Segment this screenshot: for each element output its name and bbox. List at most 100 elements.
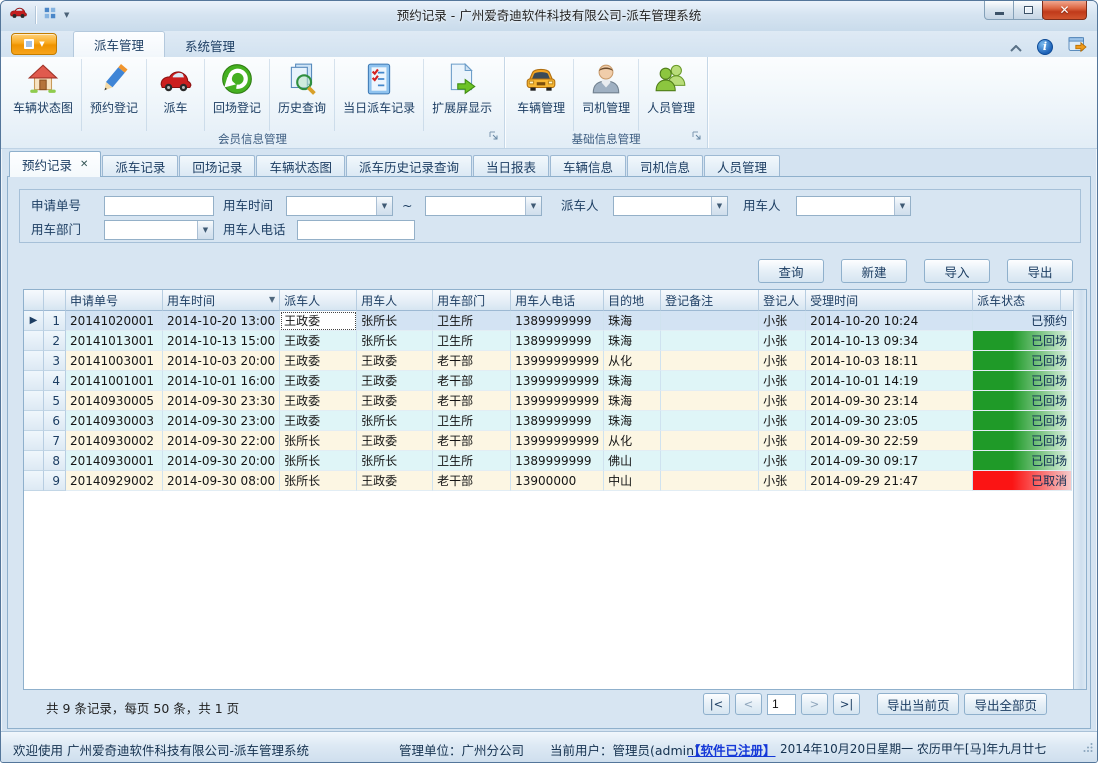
grid-cell[interactable]: 2014-09-30 23:00 (163, 411, 280, 431)
grid-cell[interactable]: 20140930003 (66, 411, 163, 431)
about-window-icon[interactable] (1068, 36, 1087, 57)
grid-cell[interactable]: 王政委 (280, 371, 357, 391)
column-header[interactable]: 派车人 (280, 290, 357, 311)
table-row[interactable]: 8201409300012014-09-30 20:00张所长张所长卫生所138… (24, 451, 1072, 471)
grid-cell[interactable] (661, 451, 759, 471)
reservation-register-button[interactable]: 预约登记 (81, 59, 146, 131)
doc-tab-2[interactable]: 回场记录 (179, 155, 255, 177)
column-header[interactable]: 受理时间 (806, 290, 973, 311)
grid-cell[interactable]: 从化 (604, 431, 661, 451)
grid-cell[interactable]: 20140930005 (66, 391, 163, 411)
dispatch-status-cell[interactable]: 已回场 (973, 431, 1072, 451)
grid-cell[interactable]: 1389999999 (511, 311, 604, 331)
grid-cell[interactable]: 1389999999 (511, 451, 604, 471)
grid-cell[interactable]: 小张 (759, 431, 806, 451)
grid-cell[interactable]: 13999999999 (511, 391, 604, 411)
grid-cell[interactable]: 王政委 (280, 391, 357, 411)
grid-cell[interactable]: 2014-09-30 22:59 (806, 431, 973, 451)
grid-cell[interactable]: 小张 (759, 391, 806, 411)
grid-cell[interactable]: 王政委 (280, 351, 357, 371)
column-header[interactable]: 用车部门 (433, 290, 511, 311)
grid-cell[interactable]: 张所长 (357, 451, 433, 471)
grid-cell[interactable]: 20141020001 (66, 311, 163, 331)
dispatch-status-cell[interactable]: 已回场 (973, 371, 1072, 391)
grid-cell[interactable]: 2014-09-29 21:47 (806, 471, 973, 491)
grid-cell[interactable]: 佛山 (604, 451, 661, 471)
grid-cell[interactable]: 1389999999 (511, 411, 604, 431)
grid-cell[interactable]: 王政委 (280, 331, 357, 351)
grid-cell[interactable]: 卫生所 (433, 331, 511, 351)
grid-cell[interactable]: 珠海 (604, 391, 661, 411)
table-row[interactable]: 7201409300022014-09-30 22:00张所长王政委老干部139… (24, 431, 1072, 451)
collapse-ribbon-icon[interactable] (1010, 37, 1022, 56)
grid-cell[interactable]: 小张 (759, 311, 806, 331)
close-tab-icon[interactable]: ✕ (80, 160, 88, 170)
dropdown-arrow-icon[interactable]: ▼ (711, 197, 727, 215)
grid-cell[interactable]: 2014-09-30 09:17 (806, 451, 973, 471)
grid-cell[interactable] (661, 331, 759, 351)
minimize-button[interactable] (984, 1, 1014, 20)
export-all-pages-button[interactable]: 导出全部页 (964, 693, 1047, 715)
extended-screen-button[interactable]: 扩展屏显示 (423, 59, 500, 131)
table-row[interactable]: 2201410130012014-10-13 15:00王政委张所长卫生所138… (24, 331, 1072, 351)
car-user-select[interactable]: ▼ (796, 196, 911, 216)
grid-cell[interactable]: 老干部 (433, 471, 511, 491)
quick-access-dropdown-icon[interactable]: ▼ (64, 11, 69, 19)
table-row[interactable]: ▶1201410200012014-10-20 13:00王政委张所长卫生所13… (24, 311, 1072, 331)
grid-cell[interactable]: 2014-10-20 13:00 (163, 311, 280, 331)
ribbon-tab-dispatch[interactable]: 派车管理 (73, 31, 165, 57)
return-register-button[interactable]: 回场登记 (204, 59, 269, 131)
grid-cell[interactable]: 2014-09-30 22:00 (163, 431, 280, 451)
dispatch-button[interactable]: 派车 (146, 59, 204, 131)
column-header[interactable]: 目的地 (604, 290, 661, 311)
table-row[interactable]: 9201409290022014-09-30 08:00张所长王政委老干部139… (24, 471, 1072, 491)
grid-cell[interactable]: 2014-09-30 23:05 (806, 411, 973, 431)
grid-cell[interactable]: 卫生所 (433, 411, 511, 431)
resize-grip[interactable] (1083, 740, 1093, 758)
doc-tab-5[interactable]: 当日报表 (473, 155, 549, 177)
dispatch-status-cell[interactable]: 已取消 (973, 471, 1072, 491)
grid-cell[interactable]: 王政委 (357, 351, 433, 371)
grid-cell[interactable]: 珠海 (604, 411, 661, 431)
grid-cell[interactable]: 王政委 (280, 311, 357, 331)
dropdown-arrow-icon[interactable]: ▼ (376, 197, 392, 215)
grid-cell[interactable]: 珠海 (604, 331, 661, 351)
column-header[interactable]: 登记备注 (661, 290, 759, 311)
grid-cell[interactable]: 小张 (759, 331, 806, 351)
grid-cell[interactable]: 张所长 (357, 311, 433, 331)
doc-tab-6[interactable]: 车辆信息 (550, 155, 626, 177)
grid-cell[interactable] (661, 391, 759, 411)
phone-input[interactable] (297, 220, 415, 240)
doc-tab-1[interactable]: 派车记录 (102, 155, 178, 177)
dispatch-status-cell[interactable]: 已回场 (973, 391, 1072, 411)
page-number-input[interactable] (767, 694, 796, 715)
grid-cell[interactable] (661, 351, 759, 371)
grid-cell[interactable]: 张所长 (357, 331, 433, 351)
grid-cell[interactable]: 20141013001 (66, 331, 163, 351)
grid-cell[interactable]: 张所长 (280, 471, 357, 491)
sort-filter-icon[interactable]: ▼ (269, 295, 275, 304)
grid-cell[interactable]: 张所长 (280, 451, 357, 471)
grid-cell[interactable]: 20141001001 (66, 371, 163, 391)
dispatcher-select[interactable]: ▼ (613, 196, 728, 216)
grid-cell[interactable]: 珠海 (604, 371, 661, 391)
history-query-button[interactable]: 历史查询 (269, 59, 334, 131)
grid-cell[interactable]: 1389999999 (511, 331, 604, 351)
personnel-manage-button[interactable]: 人员管理 (638, 59, 703, 131)
grid-cell[interactable] (661, 471, 759, 491)
column-header[interactable]: 申请单号 (66, 290, 163, 311)
export-button[interactable]: 导出 (1007, 259, 1073, 283)
doc-tab-7[interactable]: 司机信息 (627, 155, 703, 177)
doc-tab-8[interactable]: 人员管理 (704, 155, 780, 177)
dropdown-arrow-icon[interactable]: ▼ (894, 197, 910, 215)
grid-cell[interactable]: 从化 (604, 351, 661, 371)
grid-cell[interactable]: 13999999999 (511, 431, 604, 451)
prev-page-button[interactable]: < (735, 693, 762, 715)
grid-cell[interactable]: 王政委 (357, 371, 433, 391)
grid-cell[interactable]: 卫生所 (433, 451, 511, 471)
grid-cell[interactable]: 13999999999 (511, 351, 604, 371)
grid-cell[interactable]: 珠海 (604, 311, 661, 331)
grid-cell[interactable]: 张所长 (280, 431, 357, 451)
grid-cell[interactable]: 2014-09-30 23:14 (806, 391, 973, 411)
column-header[interactable]: 用车时间▼ (163, 290, 280, 311)
